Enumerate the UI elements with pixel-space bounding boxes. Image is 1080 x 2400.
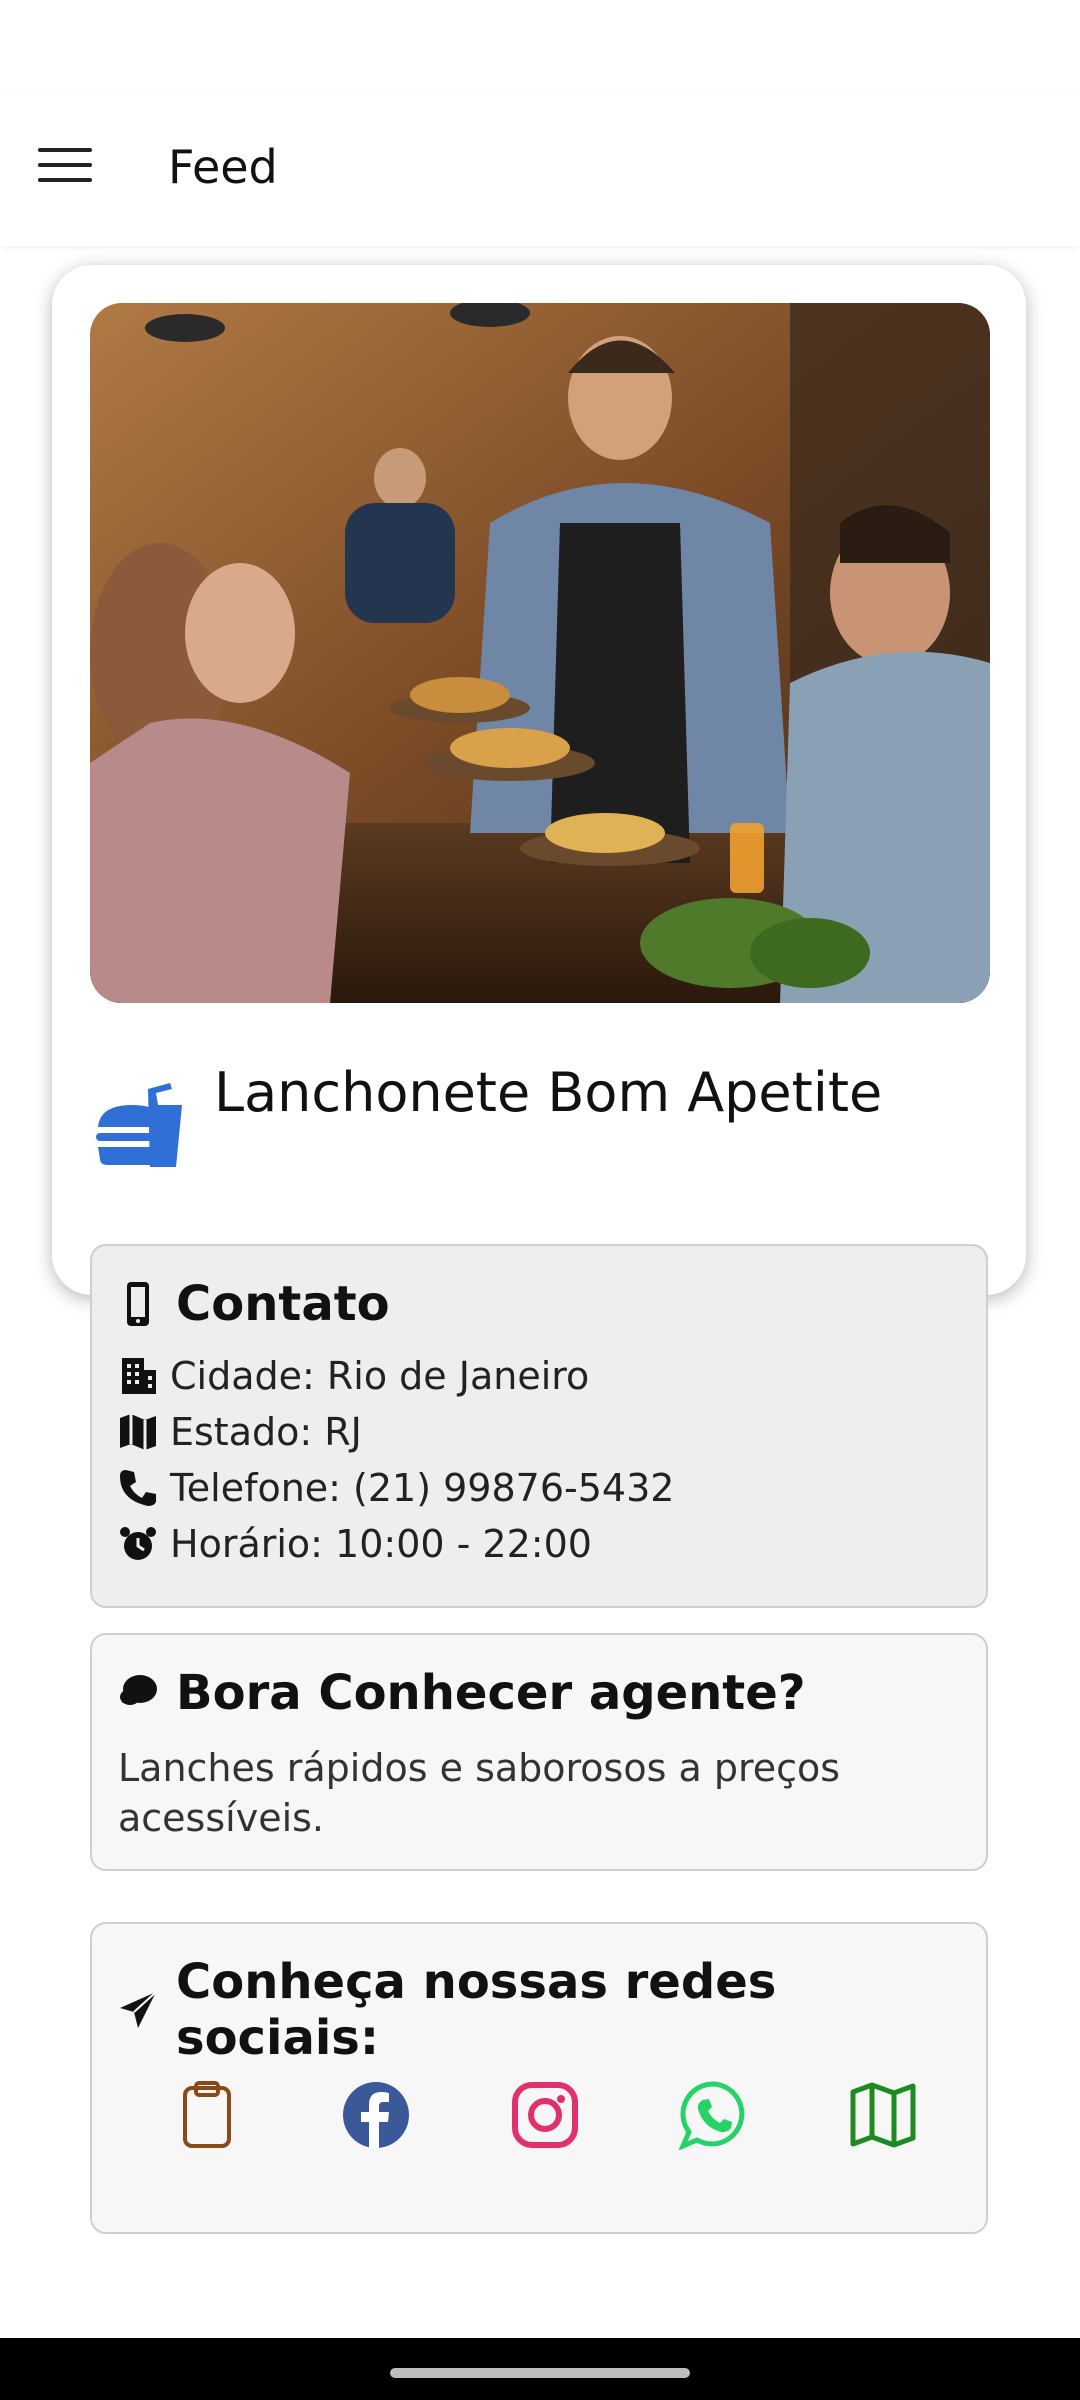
contact-phone: Telefone: (21) 99876-5432 (118, 1466, 674, 1510)
instagram-icon[interactable] (510, 2080, 580, 2150)
home-indicator[interactable] (390, 2368, 690, 2378)
paper-plane-icon (118, 1988, 158, 2032)
facebook-icon[interactable] (341, 2080, 411, 2150)
status-bar (0, 0, 1080, 90)
contact-title: Contato (118, 1276, 390, 1332)
building-icon (118, 1356, 158, 1396)
contact-state: Estado: RJ (118, 1410, 362, 1454)
contact-section: Contato Cidade: Rio de Janeiro Estado: R… (90, 1244, 988, 1608)
social-section: Conheça nossas redes sociais: (90, 1922, 988, 2234)
about-section: Bora Conhecer agente? Lanches rápidos e … (90, 1633, 988, 1871)
clipboard-icon[interactable] (172, 2080, 242, 2150)
phone-icon (118, 1468, 158, 1508)
burger-soda-icon (92, 1075, 188, 1171)
mobile-phone-icon (118, 1282, 158, 1326)
store-photo (90, 303, 990, 1003)
map-icon (118, 1412, 158, 1452)
about-title: Bora Conhecer agente? (118, 1665, 806, 1721)
contact-hours: Horário: 10:00 - 22:00 (118, 1522, 592, 1566)
hamburger-menu-icon[interactable] (38, 148, 92, 188)
social-title: Conheça nossas redes sociais: (118, 1954, 986, 2066)
map-icon[interactable] (848, 2080, 918, 2150)
chat-bubble-icon (118, 1671, 158, 1715)
page-title: Feed (168, 140, 278, 194)
alarm-clock-icon (118, 1524, 158, 1564)
whatsapp-icon[interactable] (678, 2080, 749, 2151)
app-bar: Feed (0, 90, 1080, 246)
about-text: Lanches rápidos e saborosos a preços ace… (118, 1746, 841, 1840)
contact-city: Cidade: Rio de Janeiro (118, 1354, 589, 1398)
store-name: Lanchonete Bom Apetite (214, 1061, 883, 1124)
